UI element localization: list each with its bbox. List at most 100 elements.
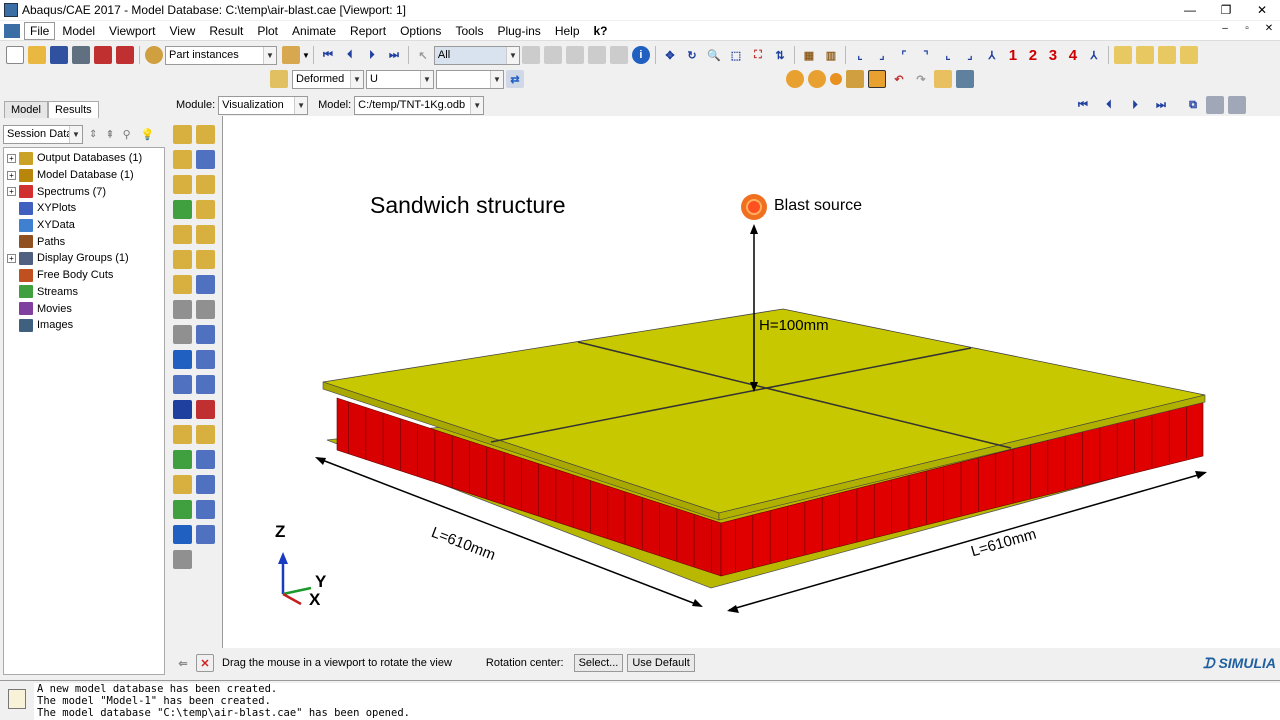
plot-options-icon[interactable]: [173, 275, 192, 294]
menu-plot[interactable]: Plot: [250, 21, 285, 41]
menu-tools[interactable]: Tools: [448, 21, 490, 41]
render-filled-icon[interactable]: [1157, 46, 1176, 64]
tree-item[interactable]: Streams: [4, 284, 164, 301]
select-region-icon[interactable]: [543, 46, 562, 64]
view-iso-icon[interactable]: ⅄: [983, 46, 1001, 64]
tree-item[interactable]: XYPlots: [4, 200, 164, 217]
next-frame-icon[interactable]: ⏵: [363, 46, 381, 64]
view-3-button[interactable]: 3: [1043, 47, 1063, 64]
tree-item[interactable]: Movies: [4, 300, 164, 317]
tree-item[interactable]: + Output Databases (1): [4, 150, 164, 167]
viewport-canvas[interactable]: Sandwich structure Blast source H=100mm …: [222, 116, 1280, 648]
stream-icon[interactable]: [173, 500, 192, 519]
menu-viewport[interactable]: Viewport: [102, 21, 162, 41]
color-palette-icon[interactable]: [846, 70, 864, 88]
xy-data-options-icon[interactable]: [196, 350, 215, 369]
expand-icon[interactable]: +: [7, 187, 16, 197]
select-polygon-icon[interactable]: [609, 46, 628, 64]
xy-plot-icon[interactable]: [173, 375, 192, 394]
export-icon[interactable]: [116, 46, 134, 64]
xy-plot-options-icon[interactable]: [196, 375, 215, 394]
step-frame-icon[interactable]: [270, 70, 288, 88]
field-variable-combo[interactable]: U ▼: [366, 69, 434, 89]
tree-item[interactable]: + Spectrums (7): [4, 183, 164, 200]
contour-plot-options-icon[interactable]: [196, 150, 215, 169]
select-box-icon[interactable]: [565, 46, 584, 64]
dot-icon[interactable]: [830, 73, 842, 85]
message-area-icon[interactable]: [8, 689, 26, 709]
new-file-icon[interactable]: [6, 46, 24, 64]
render-model-icon[interactable]: [786, 70, 804, 88]
refresh-icon[interactable]: ⇄: [506, 70, 524, 88]
last-frame-icon[interactable]: ⏭: [385, 46, 403, 64]
chevron-down-icon[interactable]: ▼: [302, 51, 310, 60]
xy-data-icon[interactable]: [173, 350, 192, 369]
menu-options[interactable]: Options: [393, 21, 448, 41]
render-hidden-icon[interactable]: [1135, 46, 1154, 64]
part-instances-combo[interactable]: Part instances ▼: [165, 45, 277, 65]
free-body-icon[interactable]: [173, 450, 192, 469]
auto-fit-icon[interactable]: ⛶: [749, 46, 767, 64]
previous-frame-icon[interactable]: ⏴: [341, 46, 359, 64]
path-icon[interactable]: [173, 400, 192, 419]
render-shaded-icon[interactable]: [1179, 46, 1198, 64]
expand-icon[interactable]: +: [7, 153, 16, 163]
system-menu-icon[interactable]: [4, 23, 20, 38]
render-wireframe-icon[interactable]: [1113, 46, 1132, 64]
contour-plot-icon[interactable]: [173, 150, 192, 169]
contour-options-icon[interactable]: [173, 200, 192, 219]
mdi-restore-button[interactable]: ▫: [1236, 23, 1258, 34]
zoom-icon[interactable]: 🔍: [705, 46, 723, 64]
tree-item[interactable]: Paths: [4, 233, 164, 250]
view-bottom-icon[interactable]: ⌝: [917, 46, 935, 64]
updown-icon[interactable]: ⇕: [89, 129, 97, 140]
mdi-minimize-button[interactable]: –: [1214, 23, 1236, 34]
session-data-combo[interactable]: Session Data ▼: [3, 124, 83, 144]
expand-icon[interactable]: +: [7, 170, 16, 180]
material-orientation-options-icon[interactable]: [196, 225, 215, 244]
back-arrow-icon[interactable]: ⇐: [174, 654, 192, 672]
component-combo[interactable]: ▼: [436, 69, 504, 89]
path-options-icon[interactable]: [196, 400, 215, 419]
view-back-icon[interactable]: ⌟: [873, 46, 891, 64]
tree-up-icon[interactable]: ⇞: [105, 128, 114, 141]
options-icon[interactable]: [934, 70, 952, 88]
animate-time-options-icon[interactable]: [196, 325, 215, 344]
color-code-icon[interactable]: [808, 70, 826, 88]
context-help-icon[interactable]: k?: [587, 21, 615, 41]
animate-scale-icon[interactable]: [173, 300, 192, 319]
minimize-button[interactable]: —: [1172, 0, 1208, 20]
tab-results[interactable]: Results: [47, 101, 99, 118]
animate-scale-options-icon[interactable]: [196, 300, 215, 319]
redo-icon[interactable]: ↷: [912, 70, 930, 88]
save-icon[interactable]: [50, 46, 68, 64]
animate-time-icon[interactable]: [173, 325, 192, 344]
tree-item[interactable]: Images: [4, 317, 164, 334]
deformed-variable-combo[interactable]: Deformed ▼: [292, 69, 364, 89]
display-group-icon[interactable]: [173, 425, 192, 444]
menu-view[interactable]: View: [163, 21, 203, 41]
vp-last-frame-icon[interactable]: ⏭: [1152, 96, 1170, 114]
triad-icon[interactable]: ⅄: [1085, 46, 1103, 64]
view-front-icon[interactable]: ⌞: [851, 46, 869, 64]
common-options-icon[interactable]: [173, 550, 192, 569]
tree-item[interactable]: + Display Groups (1): [4, 250, 164, 267]
import-icon[interactable]: [94, 46, 112, 64]
menu-animate[interactable]: Animate: [285, 21, 343, 41]
menu-file[interactable]: File: [24, 21, 56, 40]
material-orientation-icon[interactable]: [173, 225, 192, 244]
plot-options-options-icon[interactable]: [196, 275, 215, 294]
rotate-icon[interactable]: ↻: [683, 46, 701, 64]
deformed-shape-icon[interactable]: [173, 175, 192, 194]
selection-filter-combo[interactable]: All ▼: [433, 45, 520, 65]
tree-item[interactable]: Free Body Cuts: [4, 267, 164, 284]
expand-icon[interactable]: +: [7, 253, 16, 263]
select-arrow-icon[interactable]: ↖: [414, 46, 432, 64]
viewport-link-icon[interactable]: ⧉: [1184, 96, 1202, 114]
close-button[interactable]: ✕: [1244, 0, 1280, 20]
select-button[interactable]: Select...: [573, 654, 624, 672]
lightbulb-icon[interactable]: 💡: [141, 128, 155, 141]
menu-report[interactable]: Report: [343, 21, 393, 41]
select-circle-icon[interactable]: [587, 46, 606, 64]
view-cut-icon[interactable]: [173, 475, 192, 494]
